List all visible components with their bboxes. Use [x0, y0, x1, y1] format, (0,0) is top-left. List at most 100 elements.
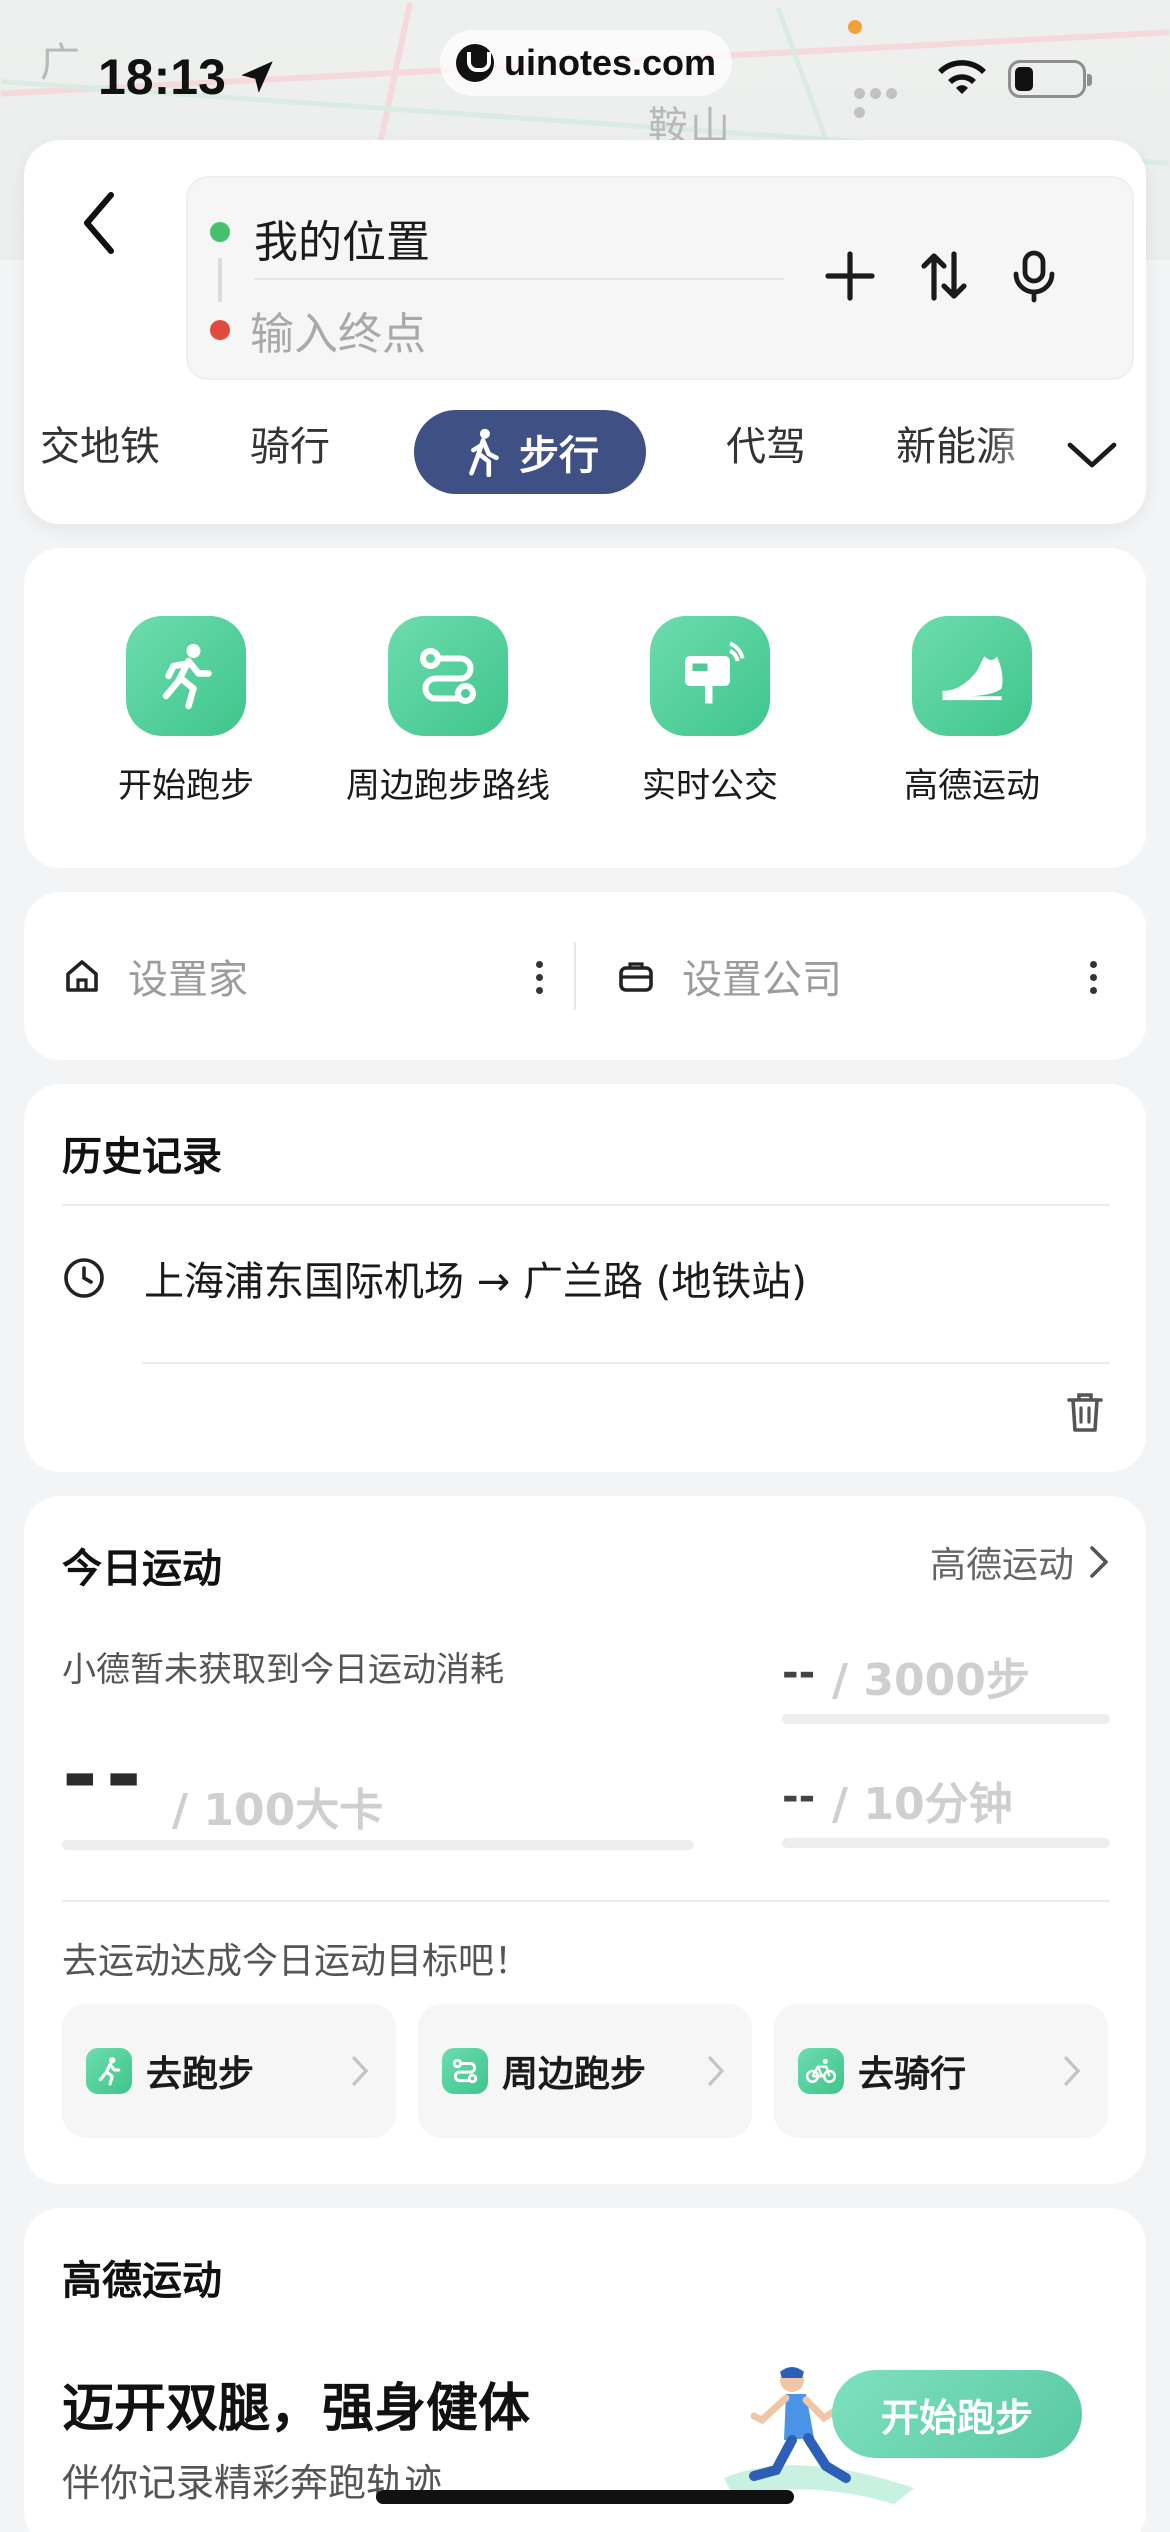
back-button[interactable]	[64, 178, 134, 268]
running-person-icon	[86, 2048, 132, 2094]
chevron-right-icon	[352, 2056, 369, 2086]
url-text: uinotes.com	[503, 42, 717, 83]
location-arrow-icon	[241, 61, 273, 93]
set-home-button[interactable]: 设置家	[60, 892, 248, 1060]
quick-action-nearby-routes[interactable]: 周边跑步路线	[328, 616, 568, 807]
quick-action-label: 周边跑步路线	[346, 766, 550, 806]
swap-arrows-icon	[921, 251, 967, 301]
briefcase-icon	[614, 954, 658, 998]
sport-status-message: 小德暂未获取到今日运动消耗	[62, 1650, 504, 1690]
gaode-sport-slogan: 迈开双腿，强身健体	[62, 2379, 531, 2439]
gaode-sport-link-label: 高德运动	[929, 1545, 1074, 1586]
clock-icon	[64, 1258, 104, 1298]
set-company-button[interactable]: 设置公司	[614, 892, 842, 1060]
url-pill[interactable]: uinotes.com	[440, 30, 732, 96]
route-search-card: 我的位置 交地铁 骑行 步行	[24, 140, 1146, 524]
tab-walking-label: 步行	[519, 433, 599, 479]
route-connector	[218, 258, 222, 302]
gaode-sport-title: 高德运动	[62, 2258, 222, 2304]
site-logo-icon	[455, 44, 494, 82]
minutes-progress-bar	[782, 1838, 1110, 1848]
chevron-right-icon	[1064, 2056, 1081, 2086]
saved-places-card: 设置家 设置公司	[24, 892, 1146, 1060]
quick-action-label: 开始跑步	[118, 766, 254, 806]
microphone-icon	[1013, 250, 1055, 303]
minutes-value: --	[782, 1774, 816, 1820]
steps-goal: / 3000步	[832, 1655, 1030, 1706]
set-company-label: 设置公司	[682, 957, 842, 1003]
nearby-run-label: 周边跑步	[502, 2054, 647, 2095]
quick-action-label: 实时公交	[642, 766, 778, 806]
gaode-sport-link[interactable]: 高德运动	[930, 1536, 1110, 1588]
plus-icon	[825, 251, 875, 301]
route-divider	[254, 278, 784, 280]
quick-action-realtime-bus[interactable]: 实时公交	[590, 616, 830, 807]
bicycle-icon	[798, 2048, 844, 2094]
origin-dot-icon	[210, 222, 230, 242]
gaode-sport-card: 高德运动 迈开双腿，强身健体 伴你记录精彩奔跑轨迹 开始跑步	[24, 2208, 1146, 2532]
history-divider	[62, 1204, 1110, 1206]
swap-route-button[interactable]	[904, 236, 984, 316]
history-title: 历史记录	[62, 1134, 222, 1180]
home-more-button[interactable]	[524, 952, 554, 1002]
route-icon	[442, 2048, 488, 2094]
destination-input[interactable]	[250, 302, 770, 366]
history-item-text: 上海浦东国际机场 → 广兰路 (地铁站)	[144, 1259, 807, 1305]
go-run-button[interactable]: 去跑步	[62, 2004, 396, 2138]
steps-progress-bar	[782, 1714, 1110, 1724]
chevron-down-icon	[1067, 442, 1117, 468]
go-cycling-label: 去骑行	[858, 2054, 967, 2095]
destination-dot-icon	[210, 320, 230, 340]
nearby-run-button[interactable]: 周边跑步	[418, 2004, 752, 2138]
tab-subway[interactable]: 交地铁	[40, 414, 160, 472]
cellular-signal-icon	[854, 84, 916, 118]
running-person-icon	[126, 616, 246, 736]
chevron-left-icon	[84, 192, 114, 254]
battery-icon	[1008, 60, 1092, 98]
bus-stop-icon	[650, 616, 770, 736]
trash-icon	[1067, 1393, 1103, 1432]
origin-field[interactable]: 我的位置	[254, 206, 430, 270]
sneaker-icon	[912, 616, 1032, 736]
go-cycling-button[interactable]: 去骑行	[774, 2004, 1108, 2138]
status-bar: 18:13 uinotes.com	[0, 0, 1170, 140]
quick-action-start-run[interactable]: 开始跑步	[66, 616, 306, 807]
tab-cycling[interactable]: 骑行	[250, 414, 330, 472]
walking-person-icon	[469, 428, 499, 477]
sport-divider	[62, 1900, 1110, 1902]
quick-action-label: 高德运动	[904, 766, 1040, 806]
kcal-goal: / 100大卡	[172, 1785, 384, 1836]
route-box: 我的位置	[186, 176, 1134, 380]
kcal-value: --	[62, 1725, 150, 1825]
quick-actions-card: 开始跑步 周边跑步路线 实时公交 高德运动	[24, 548, 1146, 868]
chevron-right-icon	[708, 2056, 725, 2086]
steps-value: --	[782, 1650, 816, 1696]
start-run-button[interactable]: 开始跑步	[832, 2370, 1082, 2458]
tab-designated-driver[interactable]: 代驾	[726, 414, 806, 472]
history-divider	[142, 1362, 1110, 1364]
home-icon	[60, 954, 104, 998]
places-divider	[574, 942, 576, 1010]
sport-tip: 去运动达成今日运动目标吧！	[62, 1941, 531, 1982]
minutes-goal: / 10分钟	[832, 1779, 1013, 1830]
history-card: 历史记录 上海浦东国际机场 → 广兰路 (地铁站)	[24, 1084, 1146, 1472]
voice-input-button[interactable]	[994, 236, 1074, 316]
today-sport-title: 今日运动	[62, 1546, 222, 1592]
clear-history-button[interactable]	[1060, 1384, 1110, 1440]
wifi-icon	[938, 60, 986, 94]
set-home-label: 设置家	[128, 957, 248, 1003]
expand-modes-button[interactable]	[1062, 426, 1122, 486]
kcal-progress-bar	[62, 1840, 694, 1850]
quick-action-gaode-sport[interactable]: 高德运动	[852, 616, 1092, 807]
company-more-button[interactable]	[1078, 952, 1108, 1002]
history-item[interactable]: 上海浦东国际机场 → 广兰路 (地铁站)	[62, 1238, 1102, 1318]
home-indicator[interactable]	[376, 2490, 794, 2504]
add-waypoint-button[interactable]	[810, 236, 890, 316]
status-time: 18:13	[98, 49, 226, 105]
tab-walking[interactable]: 步行	[414, 410, 646, 494]
transport-mode-tabs: 交地铁 骑行 步行 代驾 新能源	[24, 396, 1146, 496]
route-icon	[388, 616, 508, 736]
go-run-label: 去跑步	[146, 2054, 255, 2095]
today-sport-card: 今日运动 高德运动 小德暂未获取到今日运动消耗 -- / 100大卡 -- / …	[24, 1496, 1146, 2184]
chevron-right-icon	[1090, 1546, 1108, 1578]
